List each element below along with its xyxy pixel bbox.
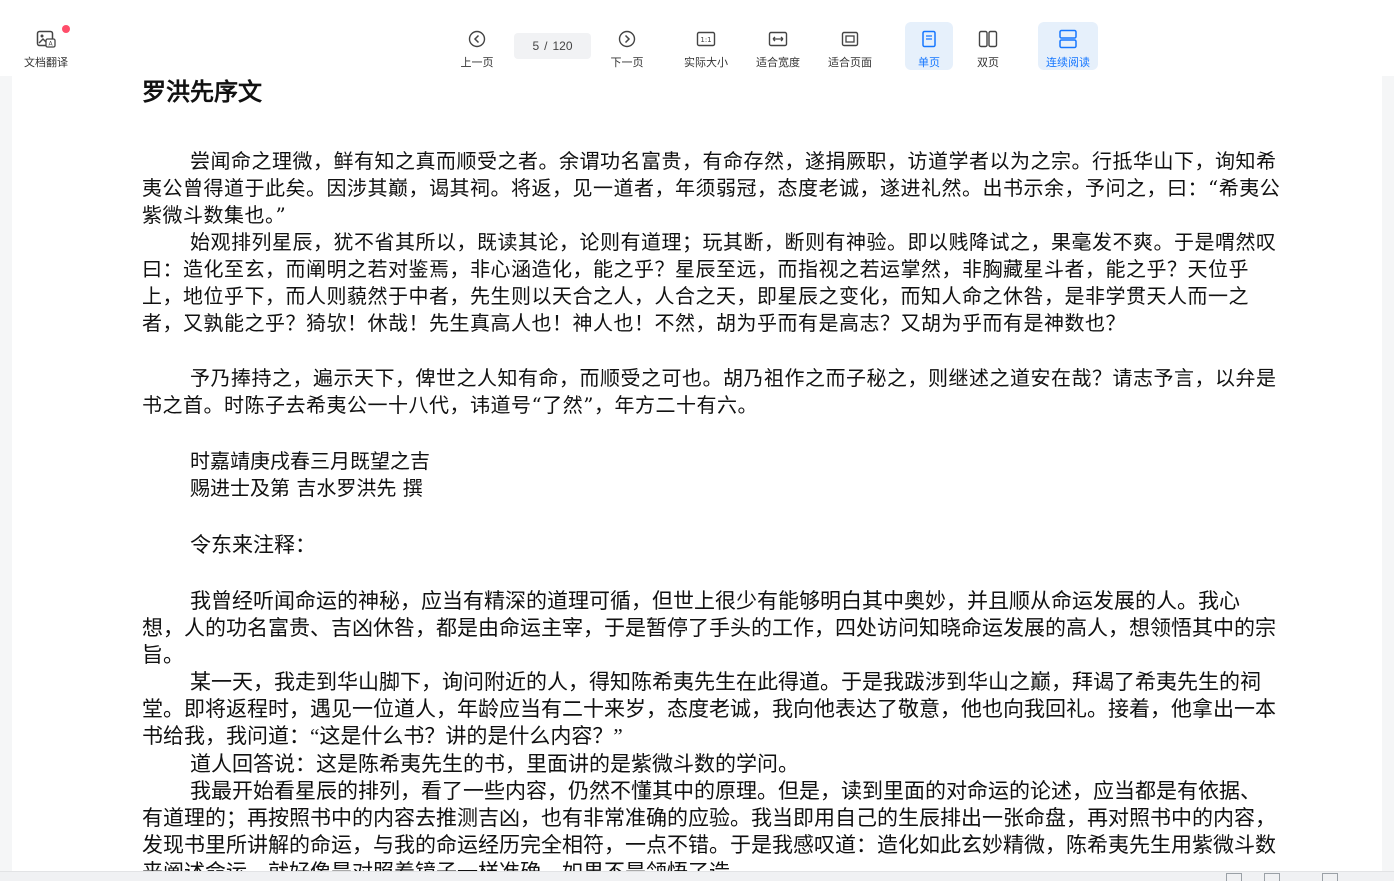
page-number-box[interactable]: 5 / 120 — [514, 33, 591, 59]
translate-icon: A — [36, 28, 56, 50]
page-total: 120 — [552, 39, 573, 53]
page-current[interactable]: 5 — [532, 39, 539, 53]
actual-size-button[interactable]: 1:1 实际大小 — [678, 22, 734, 70]
toolbar: A 文档翻译 上一页 5 / 120 下一页 1:1 实际大小 适合宽度 适合页… — [0, 0, 1394, 76]
continuous-read-label: 连续阅读 — [1046, 57, 1090, 69]
fit-width-icon — [768, 28, 788, 50]
note-heading: 令东来注释： — [190, 533, 316, 557]
signature-line: 赐进士及第 吉水罗洪先 撰 — [190, 476, 423, 500]
actual-size-icon: 1:1 — [696, 28, 716, 50]
svg-text:1:1: 1:1 — [700, 36, 711, 44]
next-page-button[interactable]: 下一页 — [606, 22, 648, 70]
double-page-icon — [978, 28, 998, 50]
double-page-button[interactable]: 双页 — [966, 22, 1010, 70]
fit-width-label: 适合宽度 — [756, 57, 800, 69]
page-separator: / — [544, 39, 548, 53]
preface-paragraph: 尝闻命之理微，鲜有知之真而顺受之者。余谓功名富贵，有命存然，遂捐厥职，访道学者以… — [142, 149, 1281, 227]
prev-page-label: 上一页 — [460, 57, 494, 69]
notification-dot — [62, 25, 70, 33]
actual-size-label: 实际大小 — [684, 57, 728, 69]
note-paragraph: 道人回答说：这是陈希夷先生的书，里面讲的是紫微斗数的学问。 — [190, 752, 799, 776]
preface-paragraph: 始观排列星辰，犹不省其所以，既读其论，论则有道理；玩其断，断则有神验。即以贱降试… — [142, 230, 1277, 335]
preface-paragraph: 予乃捧持之，遍示天下，俾世之人知有命，而顺受之可也。胡乃祖作之而子秘之，则继述之… — [142, 366, 1277, 417]
single-page-icon — [921, 28, 937, 50]
note-paragraph: 某一天，我走到华山脚下，询问附近的人，得知陈希夷先生在此得道。于是我跋涉到华山之… — [142, 670, 1276, 748]
continuous-read-button[interactable]: 连续阅读 — [1038, 22, 1098, 70]
date-line: 时嘉靖庚戌春三月既望之吉 — [190, 449, 430, 473]
prev-page-button[interactable]: 上一页 — [456, 22, 498, 70]
note-paragraph: 我最开始看星辰的排列，看了一些内容，仍然不懂其中的原理。但是，读到里面的对命运的… — [142, 779, 1276, 880]
single-page-button[interactable]: 单页 — [905, 22, 953, 70]
doc-translate-label: 文档翻译 — [24, 57, 68, 69]
fit-page-button[interactable]: 适合页面 — [822, 22, 878, 70]
note-paragraph: 我曾经听闻命运的神秘，应当有精深的道理可循，但世上很少有能够明白其中奥妙，并且顺… — [142, 589, 1276, 667]
double-page-label: 双页 — [977, 57, 999, 69]
continuous-read-icon — [1058, 28, 1078, 50]
chevron-left-circle-icon — [468, 28, 486, 50]
fit-width-button[interactable]: 适合宽度 — [750, 22, 806, 70]
fit-page-label: 适合页面 — [828, 57, 872, 69]
chevron-right-circle-icon — [618, 28, 636, 50]
document-page: 罗洪先序文 尝闻命之理微，鲜有知之真而顺受之者。余谓功名富贵，有命存然，遂捐厥职… — [12, 76, 1382, 880]
fit-page-icon — [841, 28, 859, 50]
single-page-label: 单页 — [918, 57, 940, 69]
next-page-label: 下一页 — [610, 57, 644, 69]
page-title: 罗洪先序文 — [142, 78, 262, 106]
